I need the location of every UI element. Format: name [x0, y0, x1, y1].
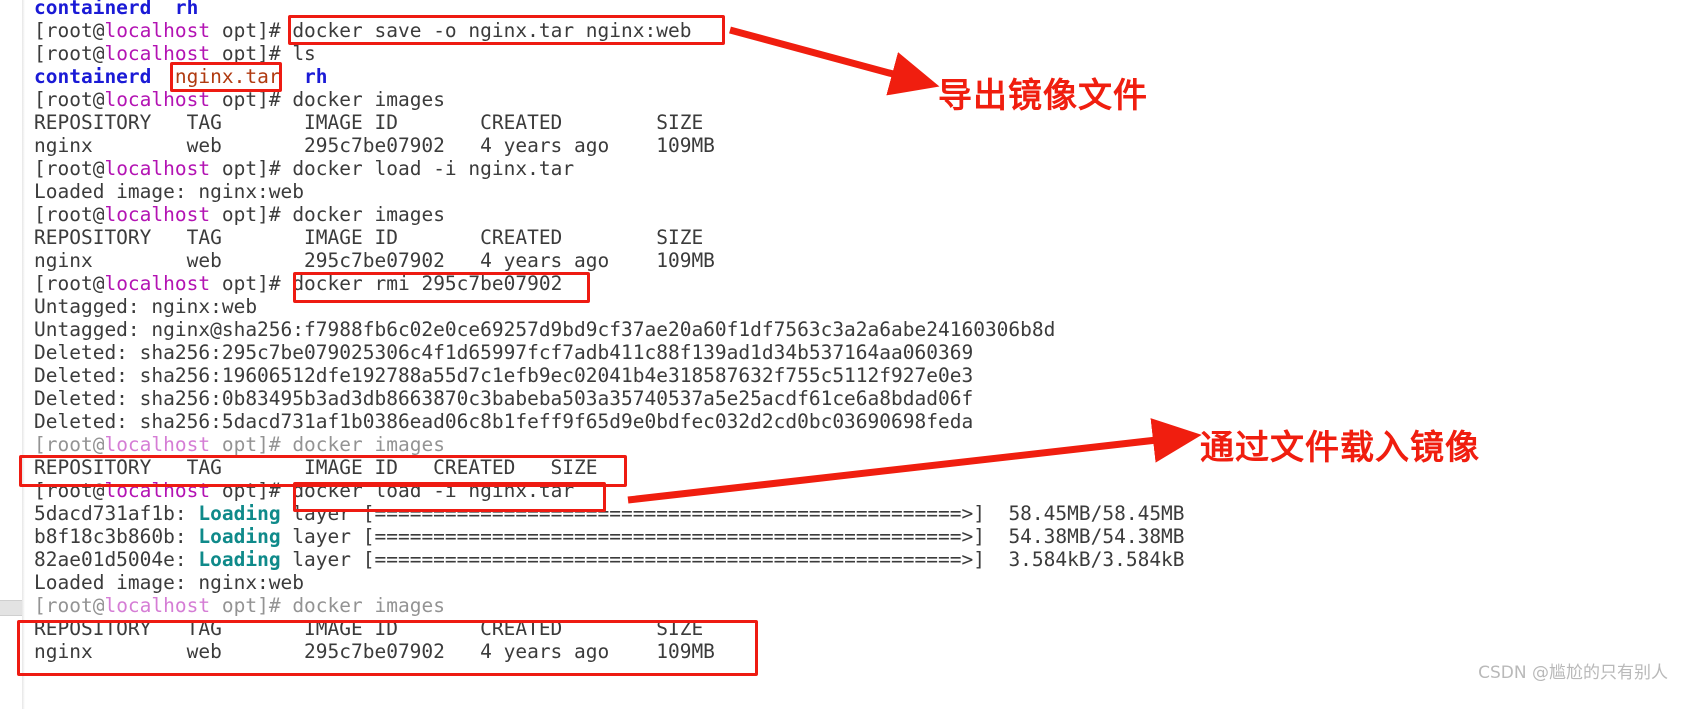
terminal-line: nginx web 295c7be07902 4 years ago 109MB [34, 640, 1674, 663]
line-segment: localhost [104, 272, 211, 295]
line-segment: REPOSITORY TAG IMAGE ID CREATED SIZE [34, 456, 598, 479]
terminal-line: 82ae01d5004e: Loading layer [===========… [34, 548, 1674, 571]
line-segment: Deleted: sha256:19606512dfe192788a55d7c1… [34, 364, 974, 387]
line-segment: docker rmi 295c7be07902 [292, 272, 563, 295]
line-segment: nginx.tar [174, 65, 281, 88]
line-segment: REPOSITORY TAG IMAGE ID CREATED SIZE [34, 111, 704, 134]
line-segment: nginx web 295c7be07902 4 years ago 109MB [34, 640, 715, 663]
line-segment: Loading [198, 548, 281, 571]
line-segment: [root@ [34, 42, 105, 65]
line-segment: [root@ [34, 157, 105, 180]
line-segment: docker images [292, 203, 445, 226]
line-segment: opt]# [210, 19, 293, 42]
line-segment: Loading [198, 525, 281, 548]
line-segment: Deleted: sha256:295c7be079025306c4f1d659… [34, 341, 974, 364]
terminal-line: [root@localhost opt]# ls [34, 42, 1674, 65]
line-segment: Loaded image: nginx:web [34, 571, 305, 594]
line-segment: Loaded image: nginx:web [34, 180, 305, 203]
line-segment: [root@ [34, 479, 105, 502]
line-segment: localhost [104, 594, 211, 617]
line-segment: localhost [104, 203, 211, 226]
line-segment: layer [=================================… [280, 525, 1185, 548]
terminal-line: Loaded image: nginx:web [34, 180, 1674, 203]
terminal-line: Loaded image: nginx:web [34, 571, 1674, 594]
bottom-crop-strip [0, 709, 1682, 727]
line-segment: Deleted: sha256:0b83495b3ad3db8663870c3b… [34, 387, 974, 410]
line-segment: nginx web 295c7be07902 4 years ago 109MB [34, 249, 715, 272]
line-segment: REPOSITORY TAG IMAGE ID CREATED SIZE [34, 226, 704, 249]
line-segment: docker load -i nginx.tar [292, 479, 575, 502]
line-segment: ls [292, 42, 316, 65]
line-segment: localhost [104, 88, 211, 111]
terminal-line: [root@localhost opt]# docker save -o ngi… [34, 19, 1674, 42]
line-segment: containerd rh [34, 0, 199, 19]
terminal-line: REPOSITORY TAG IMAGE ID CREATED SIZE [34, 617, 1674, 640]
terminal-line: 5dacd731af1b: Loading layer [===========… [34, 502, 1674, 525]
line-segment: localhost [104, 433, 211, 456]
line-segment: [root@ [34, 19, 105, 42]
line-segment: Loading [198, 502, 281, 525]
terminal-output[interactable]: containerd rh [root@localhost opt]# docke… [34, 0, 1674, 663]
gutter-shadow [22, 0, 25, 727]
line-segment: opt]# [210, 433, 293, 456]
line-segment: localhost [104, 42, 211, 65]
line-segment: [root@ [34, 203, 105, 226]
terminal-window[interactable]: containerd rh [root@localhost opt]# docke… [0, 0, 1682, 727]
line-segment: [root@ [34, 272, 105, 295]
terminal-line: REPOSITORY TAG IMAGE ID CREATED SIZE [34, 226, 1674, 249]
line-segment: Deleted: sha256:5dacd731af1b0386ead06c8b… [34, 410, 974, 433]
terminal-line: [root@localhost opt]# docker images [34, 594, 1674, 617]
note-load-label: 通过文件载入镜像 [1200, 428, 1480, 468]
terminal-line: [root@localhost opt]# docker rmi 295c7be… [34, 272, 1674, 295]
terminal-line: [root@localhost opt]# docker load -i ngi… [34, 479, 1674, 502]
terminal-line: Deleted: sha256:0b83495b3ad3db8663870c3b… [34, 387, 1674, 410]
line-segment: [root@ [34, 594, 105, 617]
line-segment: containerd [34, 65, 175, 88]
line-segment: 82ae01d5004e: [34, 548, 199, 571]
csdn-watermark: CSDN @尴尬的只有别人 [1478, 663, 1668, 683]
line-segment: docker images [292, 433, 445, 456]
terminal-line: b8f18c3b860b: Loading layer [===========… [34, 525, 1674, 548]
terminal-line: nginx web 295c7be07902 4 years ago 109MB [34, 134, 1674, 157]
line-segment: nginx web 295c7be07902 4 years ago 109MB [34, 134, 715, 157]
terminal-line: Untagged: nginx@sha256:f7988fb6c02e0ce69… [34, 318, 1674, 341]
line-segment: opt]# [210, 203, 293, 226]
line-segment: opt]# [210, 157, 293, 180]
line-segment: docker images [292, 594, 445, 617]
line-segment: localhost [104, 19, 211, 42]
line-segment: [root@ [34, 433, 105, 456]
line-segment: REPOSITORY TAG IMAGE ID CREATED SIZE [34, 617, 704, 640]
terminal-line: containerd nginx.tar rh [34, 65, 1674, 88]
line-segment: layer [=================================… [280, 548, 1185, 571]
scrollbar-thumb[interactable] [0, 600, 22, 616]
line-segment: rh [280, 65, 328, 88]
terminal-line: [root@localhost opt]# docker images [34, 88, 1674, 111]
terminal-line: Deleted: sha256:295c7be079025306c4f1d659… [34, 341, 1674, 364]
terminal-line: containerd rh [34, 0, 1674, 19]
line-segment: opt]# [210, 272, 293, 295]
line-segment: docker images [292, 88, 445, 111]
line-segment: [root@ [34, 88, 105, 111]
line-segment: opt]# [210, 42, 293, 65]
terminal-line: REPOSITORY TAG IMAGE ID CREATED SIZE [34, 111, 1674, 134]
line-segment: docker save -o nginx.tar nginx:web [292, 19, 692, 42]
line-segment: b8f18c3b860b: [34, 525, 199, 548]
line-segment: localhost [104, 157, 211, 180]
line-segment: localhost [104, 479, 211, 502]
line-segment: Untagged: nginx:web [34, 295, 258, 318]
line-segment: opt]# [210, 88, 293, 111]
terminal-line: [root@localhost opt]# docker images [34, 203, 1674, 226]
line-segment: layer [=================================… [280, 502, 1185, 525]
note-export-label: 导出镜像文件 [938, 76, 1148, 116]
line-segment: opt]# [210, 594, 293, 617]
line-segment: 5dacd731af1b: [34, 502, 199, 525]
window-left-gutter [0, 0, 23, 727]
terminal-line: Untagged: nginx:web [34, 295, 1674, 318]
terminal-line: [root@localhost opt]# docker load -i ngi… [34, 157, 1674, 180]
terminal-line: nginx web 295c7be07902 4 years ago 109MB [34, 249, 1674, 272]
terminal-line: Deleted: sha256:19606512dfe192788a55d7c1… [34, 364, 1674, 387]
line-segment: Untagged: nginx@sha256:f7988fb6c02e0ce69… [34, 318, 1056, 341]
line-segment: opt]# [210, 479, 293, 502]
line-segment: docker load -i nginx.tar [292, 157, 575, 180]
